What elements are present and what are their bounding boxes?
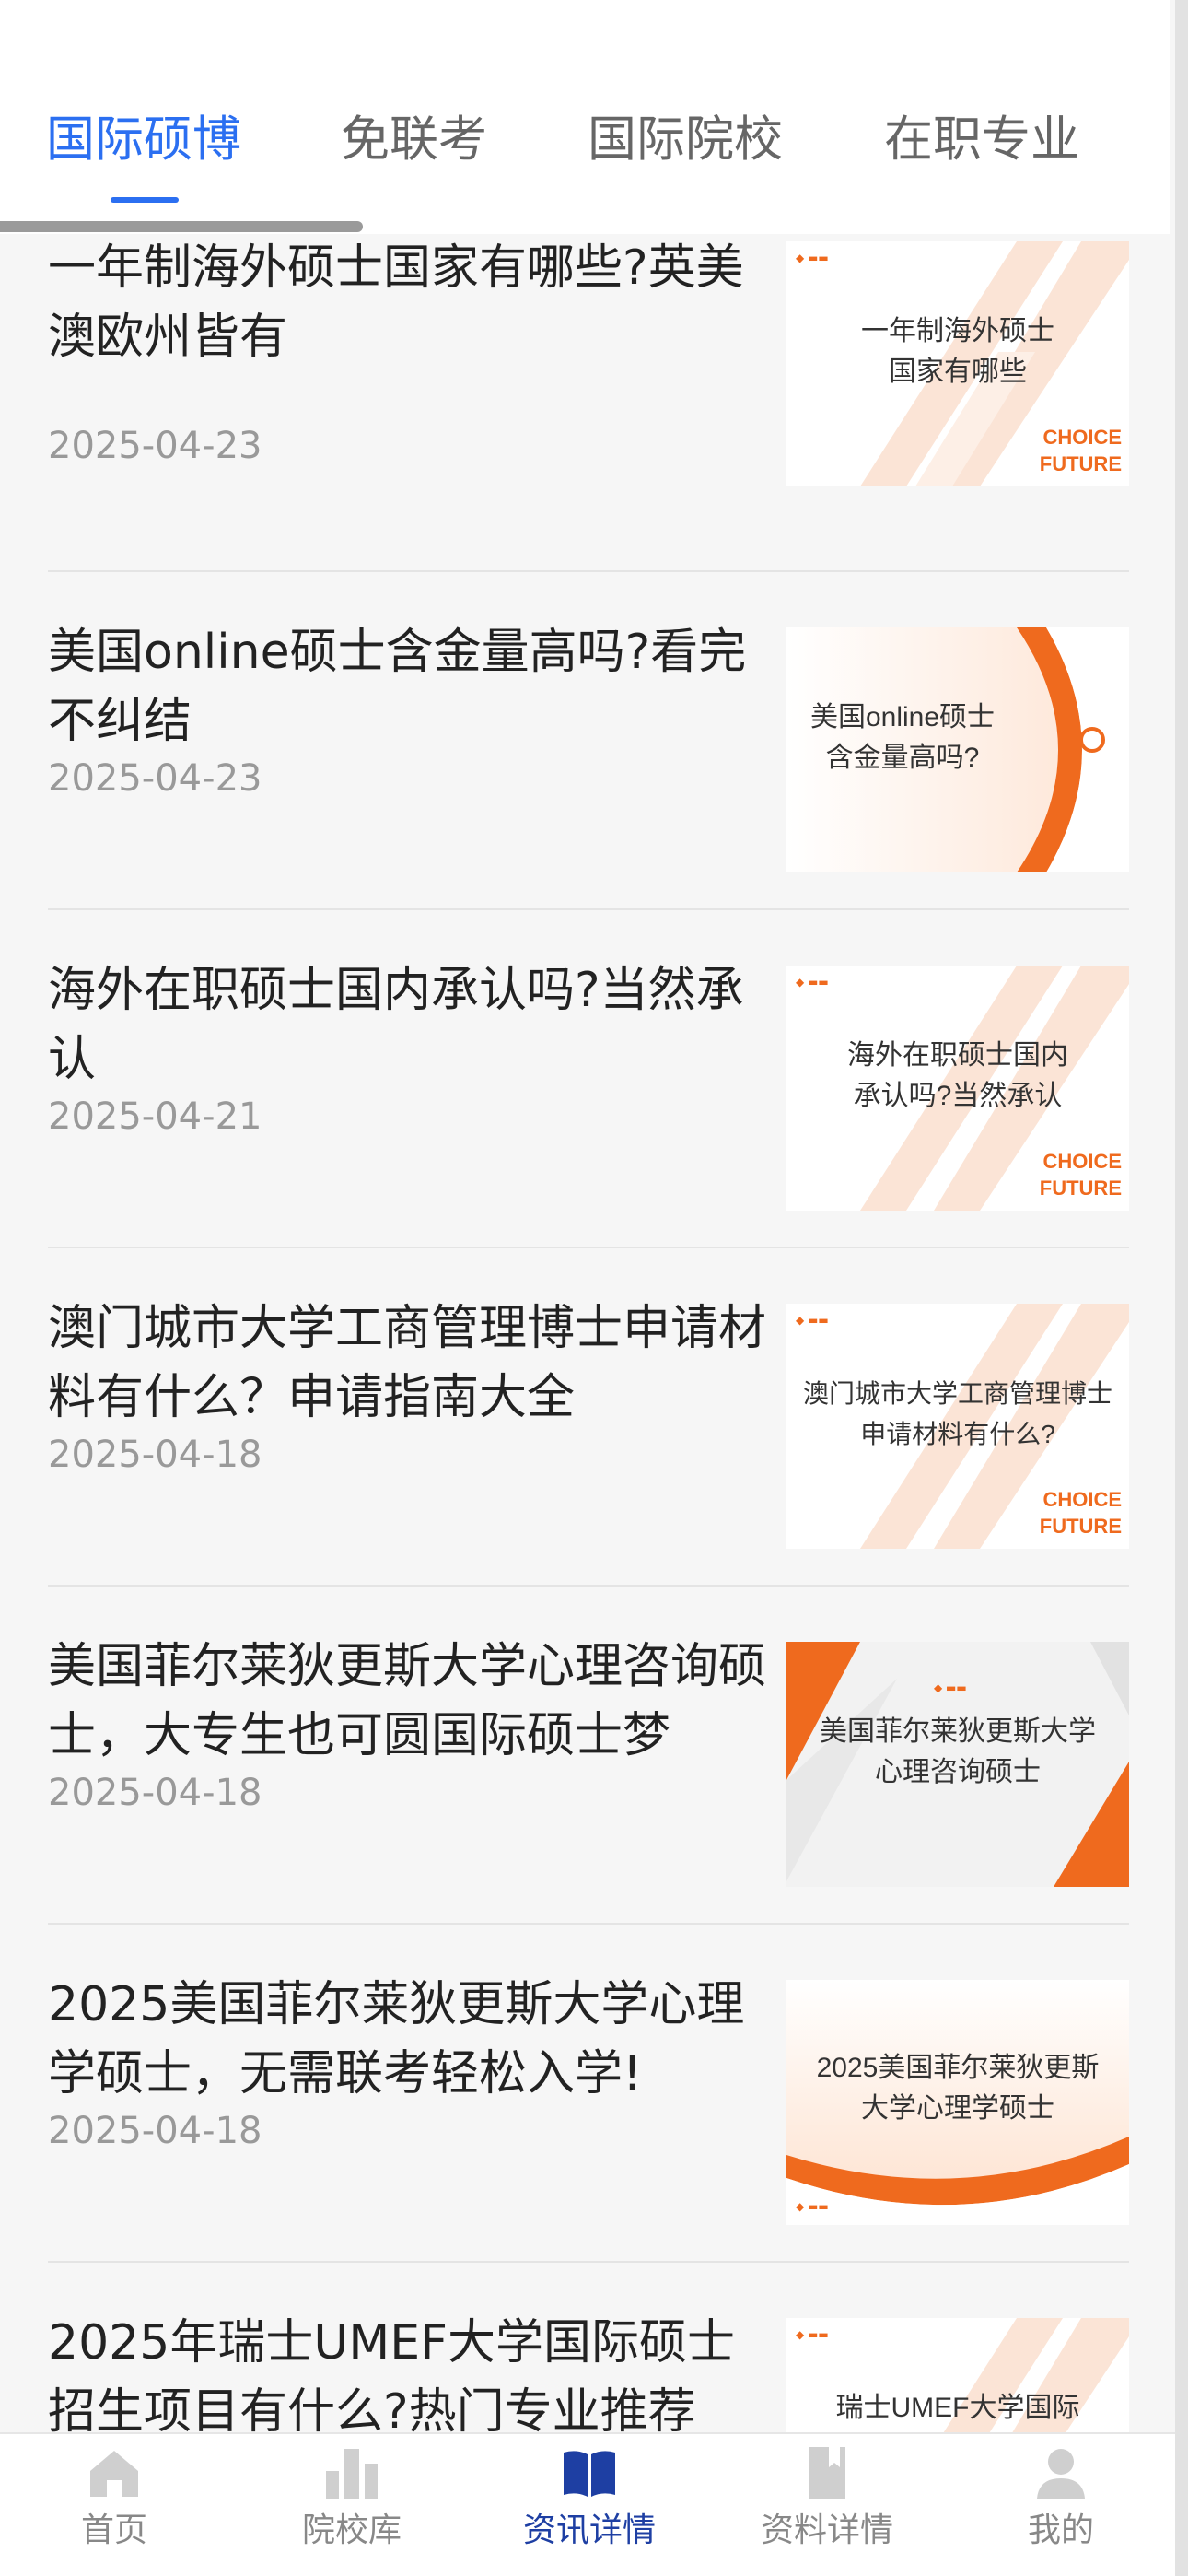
article-item[interactable]: 2025年瑞士UMEF大学国际硕士招生项目有什么?热门专业推荐 ◆ ▬▬ 瑞士U… — [48, 2263, 1129, 2432]
tabbar-item-home[interactable]: 首页 — [22, 2443, 206, 2572]
thumbnail-caption: 瑞士UMEF大学国际 硕士招生项目有什么 — [835, 2393, 1080, 2423]
tab-international-masters[interactable]: 国际硕博 — [46, 103, 241, 177]
article-title: 一年制海外硕士国家有哪些?英美澳欧州皆有 — [48, 240, 744, 365]
tab-international-schools[interactable]: 国际院校 — [588, 103, 783, 177]
article-date: 2025-04-18 — [48, 1772, 262, 1814]
article-date: 2025-04-21 — [48, 1095, 262, 1138]
tabbar-item-news[interactable]: 资讯详情 — [497, 2443, 681, 2572]
article-item[interactable]: 2025美国菲尔莱狄更斯大学心理学硕士，无需联考轻松入学! 2025-04-18… — [48, 1925, 1129, 2263]
article-title: 澳门城市大学工商管理博士申请材料有什么？申请指南大全 — [48, 1301, 766, 1425]
book-icon — [809, 2447, 845, 2499]
bottom-tab-bar: 首页 院校库 资讯详情 资料详情 我的 — [0, 2432, 1175, 2576]
thumbnail-caption: 澳门城市大学工商管理博士 申请材料有什么? — [802, 1379, 1112, 1448]
article-title: 2025美国菲尔莱狄更斯大学心理学硕士，无需联考轻松入学! — [48, 1977, 745, 2102]
tabbar-label: 我的 — [1027, 2512, 1094, 2549]
tabbar-label: 资讯详情 — [522, 2512, 656, 2549]
brand-logo-icon: ◆ ▬▬ — [934, 1681, 967, 1694]
header-tabs: 国际硕博 免联考 国际院校 在职专业 — [0, 0, 1170, 234]
article-date: 2025-04-18 — [48, 2110, 262, 2152]
thumbnail-caption: 2025美国菲尔莱狄更斯 大学心理学硕士 — [816, 2053, 1100, 2124]
article-title: 2025年瑞士UMEF大学国际硕士招生项目有什么?热门专业推荐 — [48, 2315, 736, 2432]
thumbnail-caption: 美国online硕士 含金量高吗? — [809, 702, 996, 773]
article-item[interactable]: 海外在职硕士国内承认吗?当然承认 2025-04-21 ◆ ▬▬ 海外在职硕士国… — [48, 910, 1129, 1248]
user-icon — [1037, 2449, 1085, 2499]
article-date: 2025-04-23 — [48, 425, 262, 467]
article-item[interactable]: 一年制海外硕士国家有哪些?英美澳欧州皆有 2025-04-23 ◆ ▬▬ 一年制… — [48, 234, 1129, 572]
article-date: 2025-04-23 — [48, 757, 262, 800]
brand-logo-icon: ◆ ▬▬ — [796, 252, 829, 264]
tab-no-exam[interactable]: 免联考 — [341, 103, 487, 177]
brand-logo-icon: ◆ ▬▬ — [796, 976, 829, 989]
article-thumbnail: ◆ ▬▬ 一年制海外硕士 国家有哪些 CHOICE FUTURE — [786, 241, 1129, 486]
tabbar-label: 院校库 — [301, 2512, 402, 2549]
tabbar-label: 资料详情 — [760, 2512, 893, 2549]
tabbar-label: 首页 — [80, 2512, 147, 2549]
brand-logo-icon: ◆ ▬▬ — [796, 1314, 829, 1327]
vertical-scrollbar[interactable] — [1175, 0, 1188, 2576]
bar-chart-icon — [326, 2449, 378, 2499]
article-item[interactable]: 美国菲尔莱狄更斯大学心理咨询硕士，大专生也可圆国际硕士梦 2025-04-18 … — [48, 1587, 1129, 1925]
article-item[interactable]: 澳门城市大学工商管理博士申请材料有什么？申请指南大全 2025-04-18 ◆ … — [48, 1248, 1129, 1587]
thumbnail-brand: CHOICE FUTURE — [1039, 1150, 1122, 1200]
thumbnail-caption: 海外在职硕士国内 承认吗?当然承认 — [847, 1040, 1068, 1111]
horizontal-scroll-indicator — [0, 221, 363, 232]
article-title: 海外在职硕士国内承认吗?当然承认 — [48, 963, 744, 1087]
page: 国际硕博 免联考 国际院校 在职专业 一年制海外硕士国家有哪些?英美澳欧州皆有 … — [0, 0, 1188, 2576]
article-title: 美国菲尔莱狄更斯大学心理咨询硕士，大专生也可圆国际硕士梦 — [48, 1639, 766, 1763]
home-icon — [90, 2451, 138, 2497]
article-item[interactable]: 美国online硕士含金量高吗?看完不纠结 2025-04-23 美国onlin… — [48, 572, 1129, 910]
active-tab-indicator — [111, 197, 179, 203]
brand-logo-icon: ◆ ▬▬ — [796, 2328, 829, 2341]
tabbar-item-schools[interactable]: 院校库 — [260, 2443, 444, 2572]
article-thumbnail: ◆ ▬▬ 澳门城市大学工商管理博士 申请材料有什么? CHOICE FUTURE — [786, 1304, 1129, 1549]
article-date: 2025-04-18 — [48, 1434, 262, 1476]
article-thumbnail: ◆ ▬▬ 瑞士UMEF大学国际 硕士招生项目有什么 — [786, 2318, 1129, 2432]
thumbnail-caption: 美国菲尔莱狄更斯大学 心理咨询硕士 — [820, 1716, 1096, 1787]
thumbnail-brand: CHOICE FUTURE — [1039, 1488, 1122, 1538]
brand-logo-icon: ◆ ▬▬ — [796, 2200, 829, 2213]
article-list: 一年制海外硕士国家有哪些?英美澳欧州皆有 2025-04-23 ◆ ▬▬ 一年制… — [0, 234, 1170, 2432]
article-thumbnail: ◆ ▬▬ 美国菲尔莱狄更斯大学 心理咨询硕士 — [786, 1642, 1129, 1887]
article-thumbnail: 美国online硕士 含金量高吗? — [786, 627, 1129, 872]
article-title: 美国online硕士含金量高吗?看完不纠结 — [48, 625, 747, 749]
open-book-icon — [564, 2451, 615, 2497]
thumbnail-caption: 一年制海外硕士 国家有哪些 — [861, 316, 1054, 387]
tabbar-item-profile[interactable]: 我的 — [969, 2443, 1153, 2572]
thumbnail-brand: CHOICE FUTURE — [1039, 426, 1122, 475]
article-thumbnail: 2025美国菲尔莱狄更斯 大学心理学硕士 ◆ ▬▬ — [786, 1980, 1129, 2225]
tab-in-service-majors[interactable]: 在职专业 — [884, 103, 1079, 177]
article-thumbnail: ◆ ▬▬ 海外在职硕士国内 承认吗?当然承认 CHOICE FUTURE — [786, 966, 1129, 1211]
tabbar-item-materials[interactable]: 资料详情 — [735, 2443, 919, 2572]
